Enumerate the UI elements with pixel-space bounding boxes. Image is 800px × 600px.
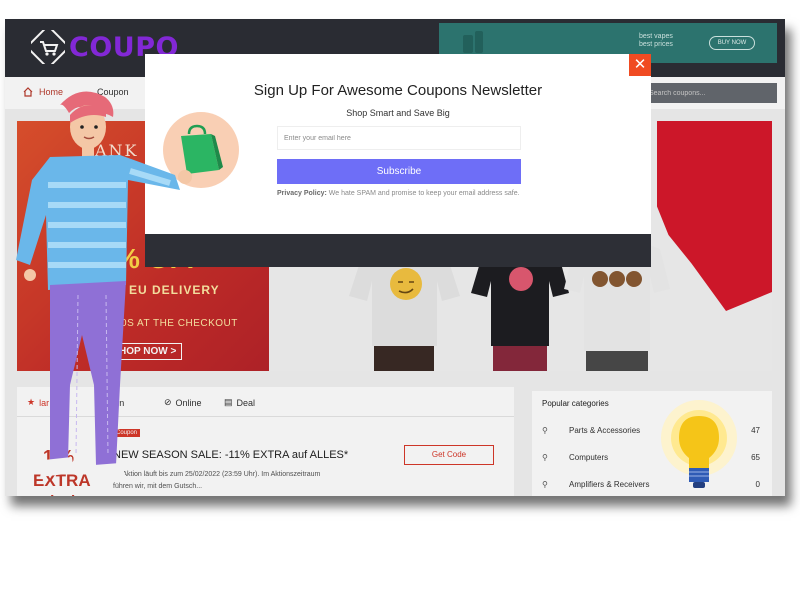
- person-illustration: [16, 91, 192, 483]
- modal-title: Sign Up For Awesome Coupons Newsletter: [253, 82, 543, 99]
- close-button[interactable]: ✕: [629, 54, 651, 76]
- modal-footer: [145, 234, 651, 267]
- subscribe-button[interactable]: Subscribe: [277, 159, 521, 184]
- privacy-policy-text: We hate SPAM and promise to keep your em…: [328, 190, 520, 197]
- privacy-policy-label: Privacy Policy:: [277, 190, 327, 197]
- lightbulb-illustration: [661, 400, 737, 488]
- email-field[interactable]: [277, 126, 521, 150]
- privacy-note: Privacy Policy: We hate SPAM and promise…: [277, 188, 521, 200]
